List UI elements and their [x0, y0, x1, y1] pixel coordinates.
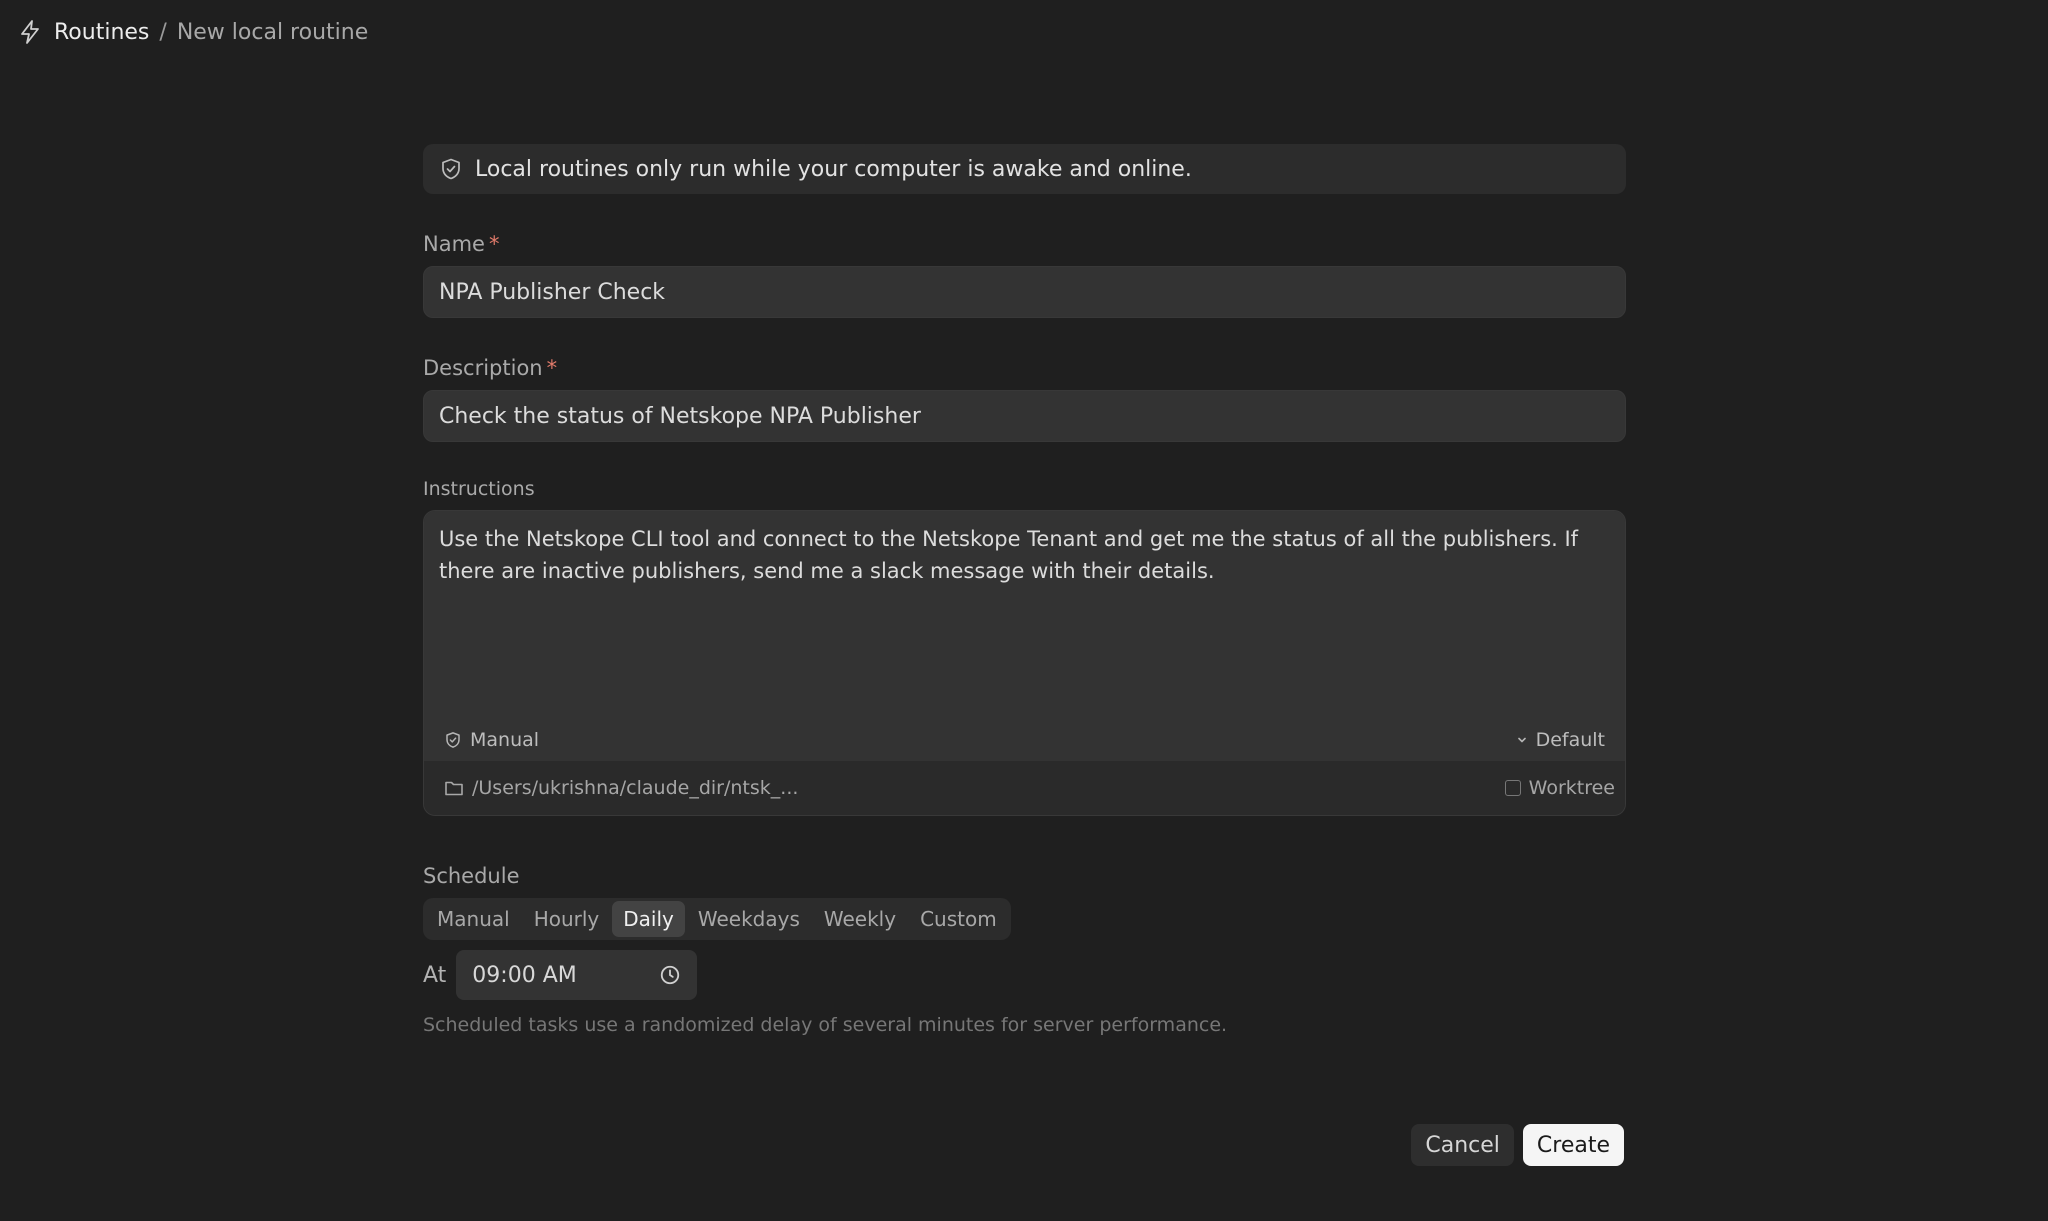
schedule-option-hourly[interactable]: Hourly — [523, 901, 611, 937]
instructions-toolbar: Manual Default — [424, 719, 1625, 761]
breadcrumb-separator: / — [159, 19, 167, 45]
permission-mode-button[interactable]: Manual — [444, 729, 539, 751]
form-actions: Cancel Create — [1411, 1124, 1624, 1166]
chevron-down-icon — [1517, 737, 1526, 743]
instructions-textarea[interactable]: Use the Netskope CLI tool and connect to… — [424, 511, 1625, 719]
schedule-section: Schedule Manual Hourly Daily Weekdays We… — [423, 864, 1626, 1036]
description-label: Description * — [423, 356, 1626, 380]
schedule-time-row: At 09:00 AM — [423, 950, 1626, 1000]
schedule-option-daily[interactable]: Daily — [612, 901, 685, 937]
schedule-label: Schedule — [423, 864, 520, 888]
clock-icon[interactable] — [659, 964, 681, 986]
description-label-text: Description — [423, 356, 543, 380]
model-select-button[interactable]: Default — [1516, 729, 1605, 751]
lightning-bolt-icon — [16, 18, 44, 46]
instructions-footer: /Users/ukrishna/claude_dir/ntsk_... Work… — [424, 761, 1625, 815]
directory-path: /Users/ukrishna/claude_dir/ntsk_... — [472, 777, 799, 799]
description-field-container — [423, 390, 1626, 442]
worktree-checkbox[interactable] — [1504, 780, 1521, 796]
worktree-label: Worktree — [1528, 777, 1615, 799]
shield-check-icon — [439, 157, 463, 181]
description-required-mark: * — [546, 356, 558, 380]
schedule-option-weekly[interactable]: Weekly — [813, 901, 907, 937]
shield-check-icon — [446, 732, 460, 748]
breadcrumb: Routines / New local routine — [16, 14, 368, 50]
name-label-text: Name — [423, 232, 485, 256]
breadcrumb-routines-link[interactable]: Routines — [54, 20, 149, 45]
time-value: 09:00 AM — [472, 962, 577, 988]
instructions-section: Instructions Use the Netskope CLI tool a… — [423, 478, 1626, 816]
name-required-mark: * — [488, 232, 500, 256]
info-notice: Local routines only run while your compu… — [423, 144, 1626, 194]
create-button[interactable]: Create — [1522, 1124, 1624, 1166]
directory-picker-button[interactable]: /Users/ukrishna/claude_dir/ntsk_... — [444, 777, 798, 799]
schedule-hint: Scheduled tasks use a randomized delay o… — [423, 1014, 1228, 1036]
cancel-button[interactable]: Cancel — [1411, 1124, 1514, 1166]
name-section: Name * — [423, 232, 1626, 318]
instructions-editor: Use the Netskope CLI tool and connect to… — [423, 510, 1626, 816]
worktree-toggle[interactable]: Worktree — [1504, 777, 1615, 799]
description-section: Description * — [423, 356, 1626, 442]
instructions-label: Instructions — [423, 478, 535, 500]
name-field-container — [423, 266, 1626, 318]
breadcrumb-current-page: New local routine — [176, 19, 369, 45]
new-routine-form: Local routines only run while your compu… — [423, 144, 1626, 1036]
model-select-label: Default — [1535, 729, 1605, 751]
schedule-option-manual[interactable]: Manual — [426, 901, 521, 937]
folder-icon — [445, 781, 463, 796]
schedule-option-weekdays[interactable]: Weekdays — [687, 901, 811, 937]
notice-text: Local routines only run while your compu… — [475, 156, 1192, 182]
time-input[interactable]: 09:00 AM — [456, 950, 698, 1000]
description-input[interactable] — [439, 403, 1610, 429]
schedule-frequency-selector: Manual Hourly Daily Weekdays Weekly Cust… — [423, 898, 1011, 940]
name-label: Name * — [423, 232, 1626, 256]
at-label: At — [423, 962, 447, 988]
name-input[interactable] — [439, 279, 1610, 305]
permission-mode-label: Manual — [470, 729, 540, 751]
schedule-option-custom[interactable]: Custom — [909, 901, 1008, 937]
